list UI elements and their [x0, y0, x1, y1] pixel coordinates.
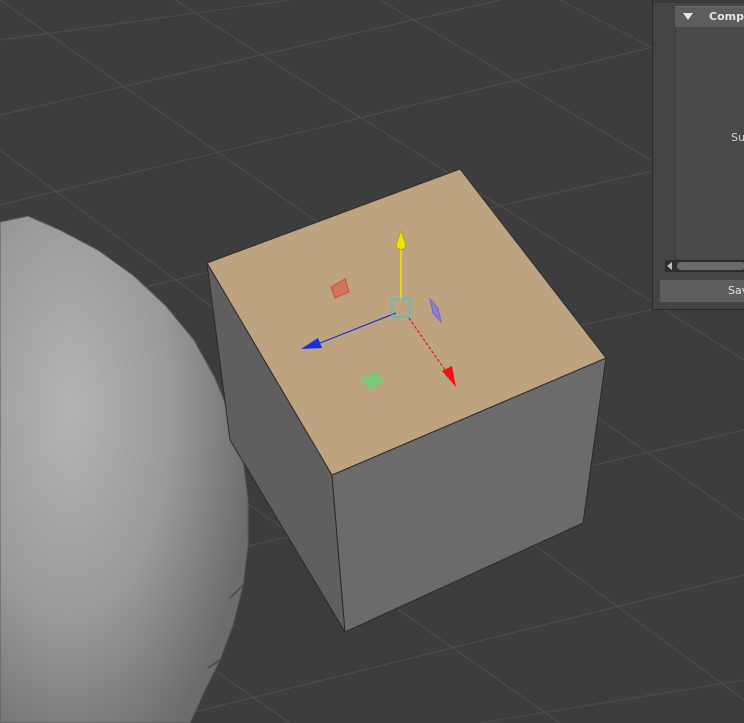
- section-title: Compo: [709, 10, 744, 23]
- save-button[interactable]: Sav: [660, 280, 744, 302]
- section-body-text: Su: [731, 131, 744, 144]
- panel-top-strip: [653, 0, 744, 3]
- chevron-left-icon[interactable]: [667, 262, 672, 270]
- cube-object[interactable]: [206, 168, 607, 633]
- triangle-down-icon[interactable]: [683, 13, 693, 20]
- section-header[interactable]: Compo: [675, 6, 744, 27]
- attribute-panel: Compo Su Sav: [652, 0, 744, 310]
- 3d-viewport[interactable]: [0, 0, 744, 723]
- scrollbar-thumb[interactable]: [677, 262, 744, 270]
- horizontal-scrollbar[interactable]: [665, 260, 744, 272]
